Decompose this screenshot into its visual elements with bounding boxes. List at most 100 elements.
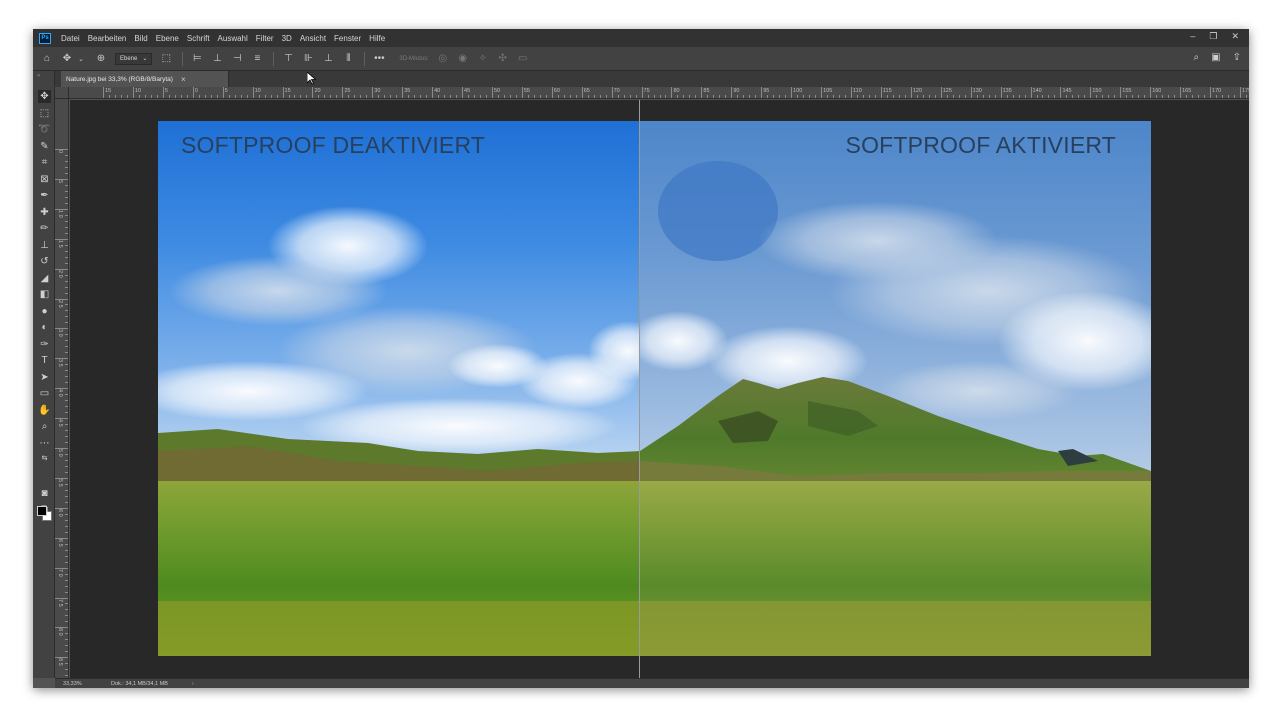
ruler-minor-tick: [65, 543, 68, 545]
align-middle-icon[interactable]: ⊪: [302, 52, 314, 66]
3d-slide-icon[interactable]: ✣: [497, 52, 509, 66]
move-icon[interactable]: ✥: [61, 52, 73, 66]
toolbox-grip[interactable]: »: [37, 73, 40, 79]
ruler-minor-tick: [65, 190, 68, 192]
layer-select-label: Ebene: [120, 55, 138, 62]
clone-stamp-tool-icon[interactable]: ⊥: [38, 239, 51, 252]
menu-datei[interactable]: Datei: [61, 34, 80, 43]
ruler-minor-tick: [1204, 95, 1206, 98]
align-bottom-icon[interactable]: ≡: [251, 52, 263, 66]
horizontal-ruler[interactable]: 15 10 5 0 5 10 15 20 25 30 35 40 45 50 55 60 65 70 75 80 85 9…: [69, 87, 1249, 99]
ruler-minor-tick: [815, 95, 817, 98]
ruler-minor-tick: [65, 459, 68, 461]
canvas-area[interactable]: SOFTPROOF DEAKTIVIERT SOFTPROOF AKTIVIER…: [70, 100, 1249, 678]
edit-toolbar-icon[interactable]: ⋯: [38, 437, 51, 450]
more-options-icon[interactable]: •••: [373, 52, 385, 66]
ruler-minor-tick: [306, 95, 308, 98]
3d-orbit-icon[interactable]: ◎: [437, 52, 449, 66]
menu-ansicht[interactable]: Ansicht: [300, 34, 326, 43]
auto-select-icon[interactable]: ⊕: [95, 52, 107, 66]
menu-auswahl[interactable]: Auswahl: [218, 34, 248, 43]
ruler-tick: [132, 87, 134, 98]
zoom-level[interactable]: 33,33%: [63, 681, 101, 687]
ruler-minor-tick: [65, 579, 68, 581]
workspace-icon[interactable]: ▣: [1211, 52, 1220, 63]
align-base-icon[interactable]: ⊥: [322, 52, 334, 66]
ruler-minor-tick: [1156, 95, 1158, 98]
foreground-color-swatch[interactable]: [37, 506, 47, 516]
chevron-down-icon[interactable]: ⌄: [75, 52, 87, 66]
ruler-label: 30: [374, 88, 381, 94]
menu-schrift[interactable]: Schrift: [187, 34, 210, 43]
marquee-tool-icon[interactable]: ⬚: [38, 107, 51, 120]
quick-selection-tool-icon[interactable]: ✎: [38, 140, 51, 153]
menu-bearbeiten[interactable]: Bearbeiten: [88, 34, 127, 43]
menu-ebene[interactable]: Ebene: [156, 34, 179, 43]
pen-tool-icon[interactable]: ✑: [38, 338, 51, 351]
ruler-tick: [55, 567, 68, 569]
3d-scale-icon[interactable]: ▭: [517, 52, 529, 66]
ruler-label: 5: [224, 88, 228, 94]
lasso-tool-icon[interactable]: ➰: [38, 123, 51, 136]
home-icon[interactable]: ⌂: [41, 52, 53, 66]
eyedropper-tool-icon[interactable]: ✒: [38, 189, 51, 202]
transform-controls-icon[interactable]: ⬚: [160, 52, 172, 66]
close-icon[interactable]: ✕: [1231, 31, 1239, 42]
document-tab[interactable]: Nature.jpg bei 33,3% (RGB/8/Baryta) ×: [61, 71, 229, 87]
ruler-origin[interactable]: [55, 87, 69, 99]
ruler-minor-tick: [378, 95, 380, 98]
type-tool-icon[interactable]: T: [38, 354, 51, 367]
ruler-minor-tick: [288, 95, 290, 98]
crop-tool-icon[interactable]: ⌗: [38, 156, 51, 169]
frame-tool-icon[interactable]: ⊠: [38, 173, 51, 186]
vertical-ruler[interactable]: 0 5 1 0 1 5 2 0 2 5 3 0 3 5 4 0 4 5 5 0 5 5 6 0 6 5 7 …: [55, 99, 69, 678]
layer-select[interactable]: Ebene ⌄: [115, 52, 153, 65]
3d-pan-icon[interactable]: ✧: [477, 52, 489, 66]
distribute-icon[interactable]: ⫴: [342, 52, 354, 66]
ruler-minor-tick: [1126, 95, 1128, 98]
quick-mask-icon[interactable]: ◙: [38, 487, 51, 500]
document-canvas[interactable]: SOFTPROOF DEAKTIVIERT SOFTPROOF AKTIVIER…: [158, 121, 1151, 656]
ruler-label: 5: [164, 88, 168, 94]
align-right-icon[interactable]: ⊣: [231, 52, 243, 66]
healing-brush-tool-icon[interactable]: ✚: [38, 206, 51, 219]
restore-icon[interactable]: ❐: [1209, 31, 1217, 42]
menu-3d[interactable]: 3D: [282, 34, 292, 43]
brush-tool-icon[interactable]: ✏: [38, 222, 51, 235]
dodge-tool-icon[interactable]: ◐: [38, 321, 51, 334]
ruler-tick: [462, 87, 464, 98]
ruler-tick: [761, 87, 763, 98]
menu-fenster[interactable]: Fenster: [334, 34, 361, 43]
gradient-tool-icon[interactable]: ◧: [38, 288, 51, 301]
align-left-icon[interactable]: ⊨: [191, 52, 203, 66]
menu-filter[interactable]: Filter: [256, 34, 274, 43]
hand-tool-icon[interactable]: ✋: [38, 404, 51, 417]
ruler-minor-tick: [1096, 95, 1098, 98]
ruler-label: 5 0: [57, 449, 63, 457]
zoom-tool-icon[interactable]: ⌕: [38, 420, 51, 433]
eraser-tool-icon[interactable]: ◢: [38, 272, 51, 285]
ruler-minor-tick: [186, 95, 188, 98]
ruler-tick: [342, 87, 344, 98]
move-tool-icon[interactable]: ✥: [38, 90, 51, 103]
share-icon[interactable]: ⇪: [1233, 52, 1241, 63]
ruler-minor-tick: [916, 95, 918, 98]
align-top-icon[interactable]: ⊤: [282, 52, 294, 66]
menu-bild[interactable]: Bild: [134, 34, 147, 43]
path-selection-tool-icon[interactable]: ➤: [38, 371, 51, 384]
ruler-minor-tick: [994, 95, 996, 98]
close-icon[interactable]: ×: [181, 75, 186, 84]
rectangle-tool-icon[interactable]: ▭: [38, 387, 51, 400]
status-menu-icon[interactable]: ›: [192, 681, 194, 687]
search-icon[interactable]: ⌕: [1194, 52, 1200, 63]
ruler-minor-tick: [988, 95, 990, 98]
align-center-icon[interactable]: ⊥: [211, 52, 223, 66]
blur-tool-icon[interactable]: ●: [38, 305, 51, 318]
ruler-label: 4 5: [57, 419, 63, 427]
3d-roll-icon[interactable]: ◉: [457, 52, 469, 66]
swap-colors-icon[interactable]: ⇆: [38, 452, 51, 465]
history-brush-tool-icon[interactable]: ↺: [38, 255, 51, 268]
menu-hilfe[interactable]: Hilfe: [369, 34, 385, 43]
minimize-icon[interactable]: –: [1190, 31, 1195, 42]
ruler-minor-tick: [803, 95, 805, 98]
